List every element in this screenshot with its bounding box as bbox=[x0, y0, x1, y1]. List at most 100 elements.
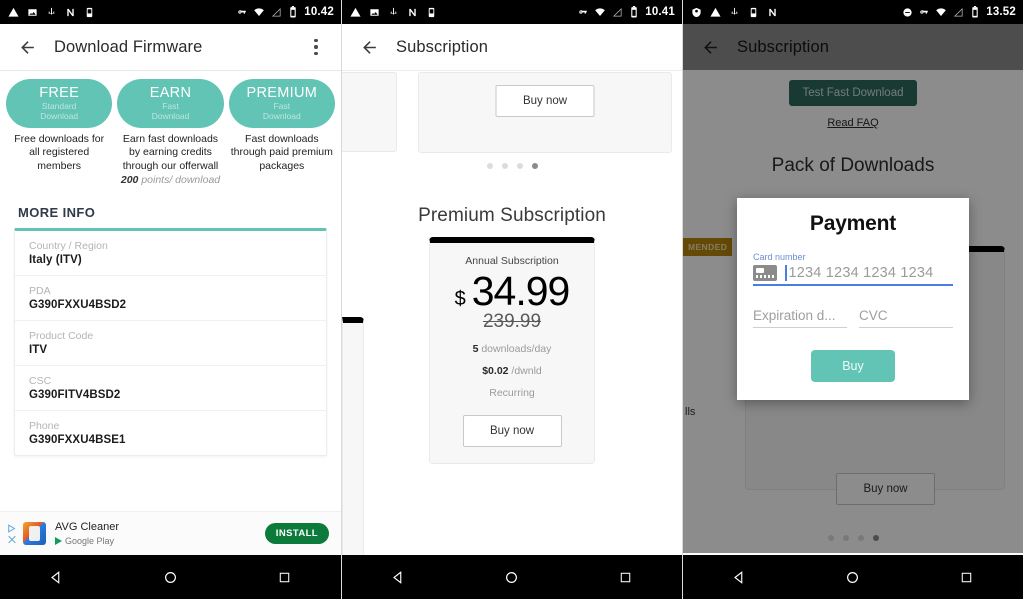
cvc-input[interactable]: CVC bbox=[859, 308, 953, 328]
pill-earn-title: EARN bbox=[149, 84, 192, 101]
carousel-dot-1[interactable] bbox=[486, 163, 493, 169]
info-value: G390FITV4BSD2 bbox=[29, 389, 121, 402]
nav-recents-button[interactable] bbox=[944, 555, 988, 599]
nav-recents-button[interactable] bbox=[603, 555, 647, 599]
app-bar: Subscription bbox=[342, 24, 682, 70]
carousel-dot-4[interactable] bbox=[531, 163, 538, 169]
recommended-badge: MENDED bbox=[683, 238, 733, 256]
pack-dot-3[interactable] bbox=[857, 535, 864, 541]
status-bar: 10.42 bbox=[0, 0, 341, 24]
system-nav-bar bbox=[0, 555, 341, 599]
info-value: ITV bbox=[29, 344, 48, 357]
battery-icon bbox=[628, 6, 640, 18]
pill-free[interactable]: FREE Standard Download bbox=[6, 79, 113, 128]
pill-free-description: Free downloads for all registered member… bbox=[14, 133, 105, 172]
nfc-icon bbox=[766, 6, 778, 18]
carousel-dot-2[interactable] bbox=[501, 163, 508, 169]
nav-home-button[interactable] bbox=[490, 555, 534, 599]
payment-buy-button[interactable]: Buy bbox=[811, 350, 895, 382]
warning-icon bbox=[7, 6, 19, 18]
info-label: Product Code bbox=[29, 330, 94, 343]
plan-amount: 34.99 bbox=[471, 268, 571, 314]
ad-choices-icon[interactable] bbox=[6, 523, 17, 544]
pill-premium-sub2: Download bbox=[262, 111, 301, 122]
info-label: Country / Region bbox=[29, 240, 108, 253]
usb-icon bbox=[387, 6, 399, 18]
pack-dot-2[interactable] bbox=[842, 535, 849, 541]
wifi-icon bbox=[594, 6, 606, 18]
google-play-icon bbox=[55, 536, 62, 545]
ad-text: AVG Cleaner Google Play bbox=[55, 521, 119, 546]
plan-downloads-line: 5 downloads/day bbox=[440, 343, 584, 355]
pack-dot-1[interactable] bbox=[827, 535, 834, 541]
credit-card-icon bbox=[753, 265, 777, 281]
pill-free-sub2: Download bbox=[40, 111, 79, 122]
nav-recents-button[interactable] bbox=[262, 555, 306, 599]
shield-icon bbox=[690, 6, 702, 18]
carousel-card-active[interactable]: Buy now bbox=[418, 72, 672, 153]
nav-back-button[interactable] bbox=[377, 555, 421, 599]
wifi-icon bbox=[253, 6, 265, 18]
plan-buy-now-button[interactable]: Buy now bbox=[462, 415, 562, 448]
payment-screen-body: Subscription Test Fast Download Read FAQ… bbox=[683, 24, 1023, 553]
plan-per-download-unit: /dwnld bbox=[511, 365, 542, 378]
do-not-disturb-icon bbox=[901, 6, 913, 18]
app-icon bbox=[23, 522, 46, 545]
nav-home-button[interactable] bbox=[831, 555, 875, 599]
expiration-date-input[interactable]: Expiration d... bbox=[753, 308, 847, 328]
status-bar-right-icons: 13.52 bbox=[901, 6, 1016, 18]
usb-icon bbox=[45, 6, 57, 18]
pack-buy-now-button[interactable]: Buy now bbox=[836, 473, 935, 505]
usb-icon bbox=[728, 6, 740, 18]
read-faq-link[interactable]: Read FAQ bbox=[683, 117, 1023, 129]
wifi-icon bbox=[935, 6, 947, 18]
nav-back-button[interactable] bbox=[35, 555, 79, 599]
install-button[interactable]: INSTALL bbox=[264, 523, 329, 544]
pill-earn[interactable]: EARN Fast Download bbox=[117, 79, 224, 128]
pack-carousel-dots bbox=[683, 535, 1023, 541]
pack-dot-4[interactable] bbox=[872, 535, 879, 541]
pill-earn-sub1: Fast bbox=[162, 101, 179, 112]
pill-premium[interactable]: PREMIUM Fast Download bbox=[228, 79, 335, 128]
test-fast-download-button[interactable]: Test Fast Download bbox=[789, 80, 917, 106]
table-row: CSC G390FITV4BSD2 bbox=[15, 366, 326, 412]
info-value: G390FXXU4BSD2 bbox=[29, 299, 127, 312]
buy-now-button[interactable]: Buy now bbox=[495, 85, 595, 117]
card-number-label: Card number bbox=[753, 252, 806, 262]
back-button[interactable] bbox=[695, 32, 725, 62]
plan-downloads-unit: downloads/day bbox=[481, 343, 552, 356]
payment-dialog: Payment Card number 1234 1234 1234 1234 … bbox=[737, 198, 969, 400]
pill-premium-description: Fast downloads through paid premium pack… bbox=[230, 133, 333, 172]
top-carousel: Buy now bbox=[342, 70, 682, 183]
battery-icon bbox=[287, 6, 299, 18]
pill-earn-description: Earn fast downloads by earning credits t… bbox=[122, 133, 219, 172]
partial-card-text: lls bbox=[685, 406, 696, 418]
page-title: Subscription bbox=[737, 37, 829, 56]
plan-currency: $ bbox=[454, 288, 466, 310]
nav-home-button[interactable] bbox=[148, 555, 192, 599]
card-number-field[interactable]: 1234 1234 1234 1234 bbox=[753, 265, 953, 286]
nfc-icon bbox=[64, 6, 76, 18]
carousel-dot-3[interactable] bbox=[516, 163, 523, 169]
pill-earn-sub2: Download bbox=[151, 111, 190, 122]
sim-card-icon bbox=[83, 6, 95, 18]
back-button[interactable] bbox=[354, 32, 384, 62]
ad-banner[interactable]: AVG Cleaner Google Play INSTALL bbox=[0, 511, 341, 555]
status-bar-time: 13.52 bbox=[986, 6, 1016, 18]
info-label: CSC bbox=[29, 375, 52, 388]
plan-downloads-count: 5 bbox=[472, 343, 479, 356]
more-options-icon[interactable] bbox=[303, 32, 329, 62]
nav-back-button[interactable] bbox=[718, 555, 762, 599]
pill-earn-points-unit: points/ download bbox=[141, 174, 221, 187]
info-label: PDA bbox=[29, 285, 51, 298]
carousel-card-partial-left[interactable] bbox=[342, 72, 397, 152]
system-nav-bar bbox=[683, 555, 1023, 599]
sim-card-icon bbox=[747, 6, 759, 18]
status-bar-right-icons: 10.41 bbox=[577, 6, 675, 18]
battery-icon bbox=[969, 6, 981, 18]
card-details-row: Expiration d... CVC bbox=[753, 308, 953, 328]
subscription-scroll-body: Buy now Premium Subscription Annual Subs… bbox=[342, 70, 682, 599]
back-button[interactable] bbox=[12, 32, 42, 62]
phone-panel-payment: 13.52 Subscription Test Fast Download Re… bbox=[682, 0, 1023, 599]
app-bar: Download Firmware bbox=[0, 24, 341, 70]
